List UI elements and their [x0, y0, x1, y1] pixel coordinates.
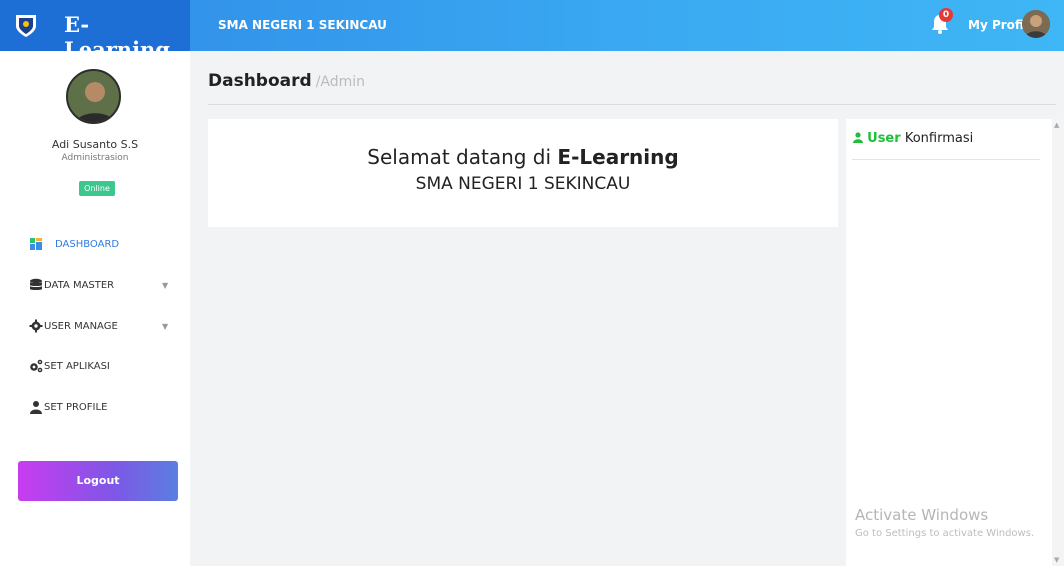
school-name: SMA NEGERI 1 SEKINCAU — [218, 18, 387, 32]
welcome-prefix: Selamat datang di — [367, 145, 552, 169]
welcome-school: SMA NEGERI 1 SEKINCAU — [415, 174, 631, 194]
logout-button[interactable]: Logout — [18, 461, 178, 501]
divider — [208, 104, 1056, 105]
panel-title-highlight: User — [867, 131, 901, 146]
sidebar-item-label: USER MANAGE — [44, 320, 118, 332]
brand[interactable]: E-Learning — [0, 0, 190, 62]
sidebar-item-label: DASHBOARD — [55, 238, 120, 250]
sidebar-item-dashboard[interactable]: DASHBOARD — [0, 231, 190, 257]
scroll-up-icon[interactable]: ▲ — [1054, 121, 1059, 129]
chevron-down-icon: ▼ — [162, 321, 169, 331]
user-icon — [853, 132, 863, 143]
school-logo-icon — [16, 15, 36, 37]
page-title: Dashboard/Admin — [208, 71, 365, 91]
welcome-heading: Selamat datang di E-Learning — [208, 145, 838, 169]
cogs-icon — [30, 359, 43, 373]
user-name: Adi Susanto S.S — [51, 138, 139, 151]
sidebar-item-data-master[interactable]: DATA MASTER ▼ — [0, 272, 190, 298]
sidebar-item-label: SET APLIKASI — [44, 360, 110, 372]
sidebar-item-set-profile[interactable]: SET PROFILE — [0, 394, 190, 420]
activate-windows-title: Activate Windows — [855, 506, 989, 524]
panel-title-rest: Konfirmasi — [904, 131, 974, 146]
sidebar-item-set-aplikasi[interactable]: SET APLIKASI — [0, 353, 190, 379]
sidebar: Adi Susanto S.S Administrasion Online DA… — [0, 51, 190, 566]
scroll-down-icon[interactable]: ▼ — [1054, 556, 1059, 564]
sidebar-item-user-manage[interactable]: USER MANAGE ▼ — [0, 313, 190, 339]
panel-scrollbar[interactable]: ▲ ▼ — [1052, 119, 1064, 566]
online-status-badge: Online — [79, 181, 115, 196]
sidebar-item-label: SET PROFILE — [44, 401, 108, 413]
page-title-text: Dashboard — [208, 71, 312, 91]
avatar-icon — [1022, 10, 1050, 38]
database-icon — [30, 278, 42, 291]
activate-windows-subtitle: Go to Settings to activate Windows. — [855, 528, 1035, 539]
user-icon — [30, 401, 42, 414]
notification-badge: 0 — [939, 8, 953, 22]
avatar-icon — [68, 71, 119, 122]
user-confirmation-panel: User Konfirmasi Activate Windows Go to S… — [846, 119, 1052, 566]
divider — [852, 159, 1040, 160]
top-navbar: E-Learning SMA NEGERI 1 SEKINCAU 0 My Pr… — [0, 0, 1064, 62]
cog-icon — [29, 319, 43, 333]
breadcrumb: /Admin — [315, 74, 366, 90]
sidebar-item-label: DATA MASTER — [44, 279, 115, 291]
welcome-brand: E-Learning — [557, 145, 679, 169]
dashboard-icon — [30, 238, 42, 250]
user-avatar — [66, 69, 121, 124]
welcome-card: Selamat datang di E-Learning SMA NEGERI … — [208, 119, 838, 227]
profile-avatar[interactable] — [1022, 10, 1050, 38]
panel-title: User Konfirmasi — [853, 131, 973, 146]
user-role: Administrasion — [61, 153, 129, 163]
chevron-down-icon: ▼ — [162, 280, 169, 290]
